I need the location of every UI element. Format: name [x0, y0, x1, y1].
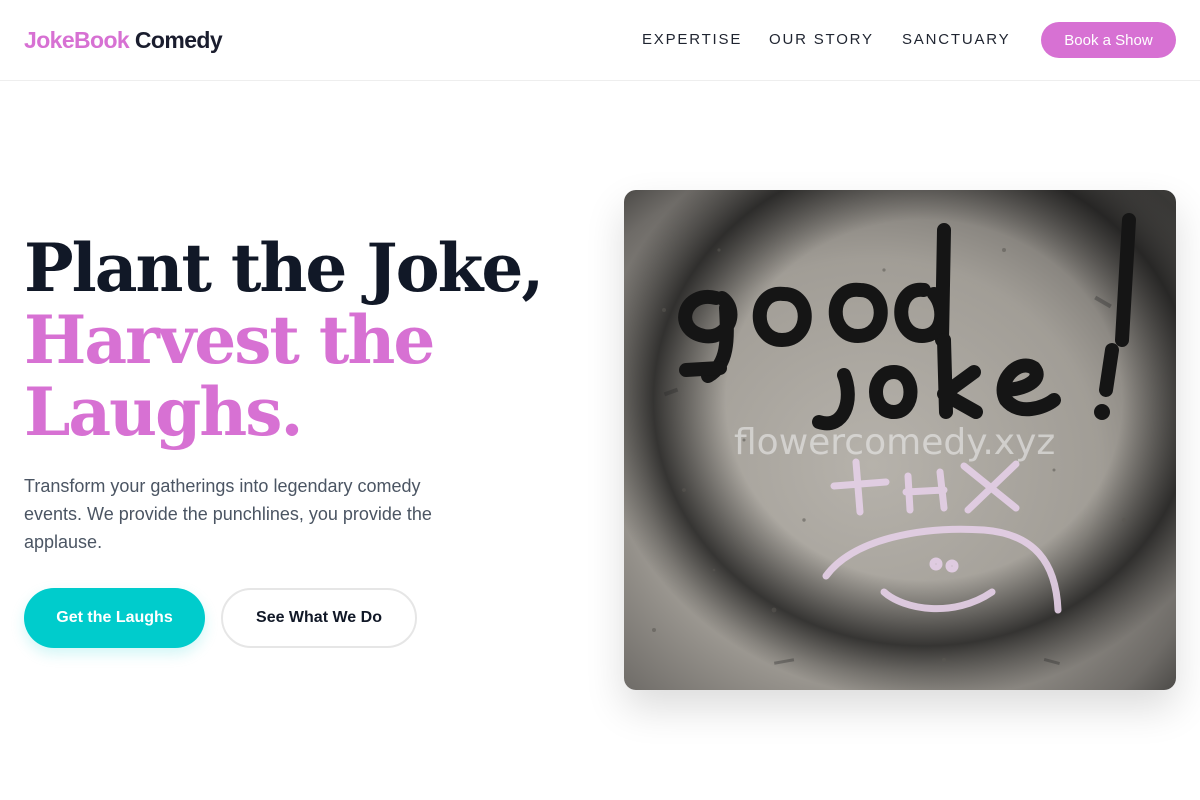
headline-line-3: Laughs.: [24, 373, 303, 451]
site-logo[interactable]: JokeBook Comedy: [24, 26, 223, 54]
headline-line-2: Harvest the: [24, 301, 435, 379]
nav-link-our-story[interactable]: OUR STORY: [769, 31, 874, 49]
book-a-show-button[interactable]: Book a Show: [1041, 22, 1176, 58]
headline-line-1: Plant the Joke,: [24, 229, 544, 307]
nav-link-expertise[interactable]: EXPERTISE: [642, 31, 742, 49]
hero-subtitle: Transform your gatherings into legendary…: [24, 476, 432, 552]
see-what-we-do-button[interactable]: See What We Do: [221, 588, 417, 648]
hero-headline: Plant the Joke, Harvest the Laughs.: [24, 229, 544, 451]
hero-image: flowercomedy.xyz: [624, 190, 1176, 690]
logo-brand-text: JokeBook: [24, 27, 130, 53]
logo-rest-text: Comedy: [134, 27, 223, 53]
get-the-laughs-button[interactable]: Get the Laughs: [24, 588, 205, 648]
top-navigation-bar: JokeBook Comedy EXPERTISE OUR STORY SANC…: [0, 0, 1200, 81]
image-watermark: flowercomedy.xyz: [734, 422, 1056, 463]
nav-link-sanctuary[interactable]: SANCTUARY: [902, 31, 1010, 49]
